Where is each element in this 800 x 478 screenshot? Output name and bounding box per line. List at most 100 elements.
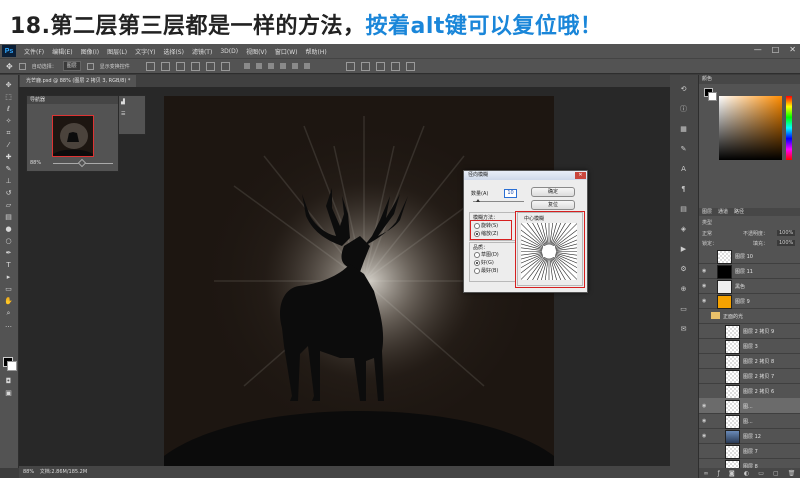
navigator-thumbnail[interactable]: [52, 115, 94, 157]
menu-view[interactable]: 视图(V): [242, 47, 271, 56]
distribute-top-icon[interactable]: [243, 63, 250, 69]
lasso-icon[interactable]: ℓ: [3, 105, 14, 114]
layer-row[interactable]: 图层 10: [699, 248, 800, 264]
info-icon[interactable]: ⓘ: [679, 105, 688, 113]
menu-3d[interactable]: 3D(D): [216, 48, 242, 55]
opacity-input[interactable]: 100%: [777, 230, 796, 236]
align-right-icon[interactable]: [220, 61, 230, 71]
hand-icon[interactable]: ✋: [3, 297, 14, 306]
navigator-zoom-slider[interactable]: [53, 158, 113, 168]
dialog-title[interactable]: 径向模糊: [464, 171, 587, 180]
trash-icon[interactable]: 🗑: [788, 470, 796, 477]
layer-visibility-icon[interactable]: ◉: [702, 433, 706, 439]
quick-mask-icon[interactable]: ◘: [3, 377, 14, 386]
color-picker-field[interactable]: [719, 96, 782, 160]
adjustments-panel-button[interactable]: ☰: [119, 108, 145, 120]
distribute-left-icon[interactable]: [279, 63, 286, 69]
layer-row[interactable]: 图层 3: [699, 338, 800, 354]
align-top-icon[interactable]: [145, 61, 155, 71]
layer-row[interactable]: ◉ 黑色: [699, 278, 800, 294]
dodge-icon[interactable]: ○: [3, 237, 14, 246]
auto-select-dropdown[interactable]: 图层: [62, 61, 81, 71]
auto-select-checkbox[interactable]: [18, 62, 26, 70]
menu-edit[interactable]: 编辑(E): [48, 47, 76, 56]
amount-slider-knob[interactable]: [475, 199, 480, 202]
color-panel-background[interactable]: [708, 92, 717, 101]
minimize-button[interactable]: —: [754, 45, 762, 54]
blend-mode-select[interactable]: 正常: [702, 230, 712, 237]
menu-filter[interactable]: 滤镜(T): [188, 47, 216, 56]
layer-row[interactable]: 图层 8: [699, 458, 800, 468]
3d-drag-icon[interactable]: [390, 61, 400, 71]
fill-input[interactable]: 100%: [777, 240, 796, 246]
history-icon[interactable]: ⟲: [679, 85, 688, 93]
amount-slider[interactable]: [473, 199, 524, 202]
quality-best-radio[interactable]: [474, 268, 480, 274]
close-button[interactable]: ✕: [789, 45, 796, 54]
blur-icon[interactable]: ●: [3, 225, 14, 234]
gradient-icon[interactable]: ▤: [3, 213, 14, 222]
ok-button[interactable]: 确定: [531, 187, 575, 197]
adjustment-layer-icon[interactable]: ◐: [744, 470, 749, 477]
3d-roll-icon[interactable]: [375, 61, 385, 71]
new-group-icon[interactable]: ▭: [758, 470, 764, 477]
menu-layer[interactable]: 图层(L): [103, 47, 131, 56]
layer-visibility-icon[interactable]: ◉: [702, 298, 706, 304]
distribute-right-icon[interactable]: [303, 63, 310, 69]
move-tool-icon[interactable]: ✥: [6, 62, 13, 71]
mask-icon[interactable]: ◙: [729, 470, 735, 477]
character-icon[interactable]: A: [679, 165, 688, 173]
properties-icon[interactable]: ▦: [679, 125, 688, 133]
layer-row[interactable]: 图层 2 拷贝 9: [699, 323, 800, 339]
menu-file[interactable]: 文件(F): [20, 47, 48, 56]
notes-icon[interactable]: ✉: [679, 325, 688, 333]
eyedropper-icon[interactable]: ⁄: [3, 141, 14, 150]
distribute-center-icon[interactable]: [291, 63, 298, 69]
layer-row[interactable]: ◉ 图层 11: [699, 263, 800, 279]
align-center-icon[interactable]: [205, 61, 215, 71]
styles-icon[interactable]: ◈: [679, 225, 688, 233]
align-middle-icon[interactable]: [160, 61, 170, 71]
navigator-zoom-knob[interactable]: [77, 158, 87, 168]
marquee-icon[interactable]: ⬚: [3, 93, 14, 102]
brush-icon[interactable]: ✎: [3, 165, 14, 174]
layer-visibility-icon[interactable]: ◉: [702, 418, 706, 424]
paragraph-icon[interactable]: ¶: [679, 185, 688, 193]
layer-kind-filter[interactable]: 类型: [702, 219, 712, 226]
layer-row[interactable]: ◉ 图...: [699, 413, 800, 429]
layer-row[interactable]: ◉ 图...: [699, 398, 800, 414]
hue-slider[interactable]: [786, 96, 792, 160]
menu-image[interactable]: 图像(I): [77, 47, 103, 56]
document-tab[interactable]: 光芒鹿.psd @ 88% (图层 2 拷贝 3, RGB/8) *: [20, 75, 137, 87]
screen-mode-icon[interactable]: ▣: [3, 389, 14, 398]
brush-panel-icon[interactable]: ✎: [679, 145, 688, 153]
more-tools-icon[interactable]: …: [3, 321, 14, 330]
layer-row[interactable]: 图层 2 拷贝 6: [699, 383, 800, 399]
distribute-bottom-icon[interactable]: [267, 63, 274, 69]
healing-brush-icon[interactable]: ✚: [3, 153, 14, 162]
link-layers-icon[interactable]: ∞: [704, 470, 709, 477]
eraser-icon[interactable]: ▱: [3, 201, 14, 210]
show-transform-checkbox[interactable]: [86, 62, 94, 70]
move-icon[interactable]: ✥: [3, 81, 14, 90]
type-icon[interactable]: T: [3, 261, 14, 270]
zoom-icon[interactable]: ⌕: [3, 309, 14, 318]
layer-row[interactable]: ◉ 图层 12: [699, 428, 800, 444]
layer-visibility-icon[interactable]: ◉: [702, 268, 706, 274]
menu-type[interactable]: 文字(Y): [131, 47, 159, 56]
layer-row[interactable]: 正面的光: [699, 308, 800, 324]
quality-draft-radio[interactable]: [474, 252, 480, 258]
reset-button[interactable]: 复位: [531, 200, 575, 210]
3d-rotate-icon[interactable]: [360, 61, 370, 71]
background-color-swatch[interactable]: [7, 361, 17, 371]
distribute-middle-icon[interactable]: [255, 63, 262, 69]
layer-visibility-icon[interactable]: ◉: [702, 283, 706, 289]
new-layer-icon[interactable]: ▢: [773, 470, 779, 477]
tool-presets-icon[interactable]: ⚙: [679, 265, 688, 273]
swatches-icon[interactable]: ▤: [679, 205, 688, 213]
dialog-close-button[interactable]: ✕: [575, 172, 586, 179]
layer-row[interactable]: 图层 2 拷贝 7: [699, 368, 800, 384]
layer-row[interactable]: ◉ 图层 9: [699, 293, 800, 309]
history-brush-icon[interactable]: ↺: [3, 189, 14, 198]
menu-select[interactable]: 选择(S): [159, 47, 188, 56]
